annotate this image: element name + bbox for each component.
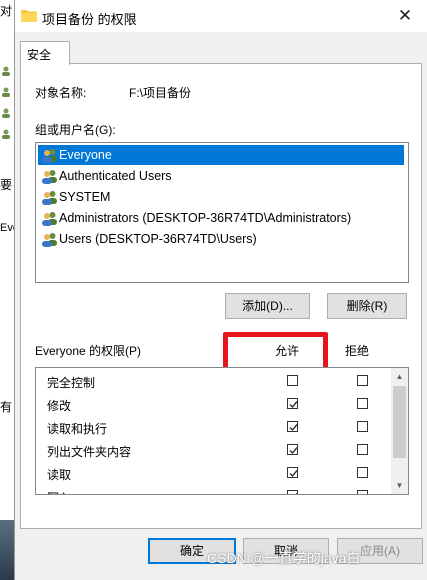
allow-checkbox[interactable]	[287, 398, 298, 409]
permissions-dialog: 项目备份 的权限 ✕ 安全 对象名称: F:\项目备份 组或用户名(G): Ev…	[14, 0, 427, 580]
permission-name: 读取	[47, 468, 72, 482]
security-panel: 对象名称: F:\项目备份 组或用户名(G): Everyone Authenti…	[20, 63, 422, 529]
deny-header: 拒绝	[345, 344, 370, 358]
user-icon	[2, 87, 10, 97]
permissions-label: Everyone 的权限(P)	[35, 344, 142, 358]
deny-checkbox[interactable]	[357, 444, 368, 455]
allow-checkbox[interactable]	[287, 421, 298, 432]
title-bar: 项目备份 的权限 ✕	[15, 0, 427, 32]
background-window-strip: 对 要 Eve 有	[0, 0, 19, 580]
deny-checkbox[interactable]	[357, 421, 368, 432]
deny-checkbox[interactable]	[357, 398, 368, 409]
deny-checkbox[interactable]	[357, 467, 368, 478]
allow-checkbox[interactable]	[287, 467, 298, 478]
permissions-list: 完全控制修改读取和执行列出文件夹内容读取写入 ▲ ▼	[35, 367, 409, 495]
users-icon	[42, 212, 57, 226]
allow-checkbox[interactable]	[287, 490, 298, 494]
remove-button[interactable]: 删除(R)	[327, 293, 407, 319]
user-icon	[2, 66, 10, 76]
table-row: 列出文件夹内容	[36, 439, 391, 462]
allow-checkbox[interactable]	[287, 375, 298, 386]
table-row: 读取和执行	[36, 416, 391, 439]
permission-name: 修改	[47, 399, 72, 413]
background-fragment: 要	[0, 178, 13, 192]
vertical-scrollbar[interactable]: ▲ ▼	[391, 368, 408, 494]
user-name: Everyone	[59, 148, 112, 162]
object-name-label: 对象名称:	[35, 86, 87, 100]
add-button[interactable]: 添加(D)...	[225, 293, 310, 319]
user-icon	[2, 108, 10, 118]
user-list[interactable]: Everyone Authenticated Users SYSTEM Adminis…	[35, 142, 409, 283]
list-item[interactable]: Users (DESKTOP-36R74TD\Users)	[38, 229, 404, 249]
table-row: 写入	[36, 485, 391, 494]
user-name: Users (DESKTOP-36R74TD\Users)	[59, 232, 257, 246]
permission-name: 写入	[47, 489, 71, 494]
deny-checkbox[interactable]	[357, 490, 368, 494]
background-fragment: 有	[0, 400, 13, 414]
permission-name: 读取和执行	[47, 422, 108, 436]
scroll-thumb[interactable]	[393, 386, 406, 458]
groups-label: 组或用户名(G):	[35, 123, 116, 137]
tab-label: 安全	[27, 48, 52, 62]
background-fragment: 对	[0, 4, 13, 18]
table-row: 读取	[36, 462, 391, 485]
watermark: CSDN @一直学的java白	[207, 550, 361, 566]
table-row: 完全控制	[36, 370, 391, 393]
users-icon	[42, 149, 57, 163]
window-title: 项目备份 的权限	[42, 12, 137, 27]
users-icon	[42, 191, 57, 205]
table-row: 修改	[36, 393, 391, 416]
user-name: Authenticated Users	[59, 169, 172, 183]
user-icon	[2, 129, 10, 139]
scroll-down-icon[interactable]: ▼	[391, 477, 408, 494]
folder-icon	[21, 10, 37, 22]
deny-checkbox[interactable]	[357, 375, 368, 386]
close-button[interactable]: ✕	[382, 0, 427, 32]
object-name-value: F:\项目备份	[129, 86, 191, 100]
tab-security[interactable]: 安全	[20, 41, 70, 65]
allow-header: 允许	[275, 344, 300, 358]
allow-checkbox[interactable]	[287, 444, 298, 455]
scroll-up-icon[interactable]: ▲	[391, 368, 408, 385]
users-icon	[42, 170, 57, 184]
list-item[interactable]: Authenticated Users	[38, 166, 404, 186]
users-icon	[42, 233, 57, 247]
permission-name: 列出文件夹内容	[47, 445, 132, 459]
user-name: Administrators (DESKTOP-36R74TD\Administ…	[59, 211, 352, 225]
list-item[interactable]: Everyone	[38, 145, 404, 165]
list-item[interactable]: SYSTEM	[38, 187, 404, 207]
list-item[interactable]: Administrators (DESKTOP-36R74TD\Administ…	[38, 208, 404, 228]
desktop-background	[0, 520, 14, 580]
user-name: SYSTEM	[59, 190, 111, 204]
permission-name: 完全控制	[47, 376, 96, 390]
